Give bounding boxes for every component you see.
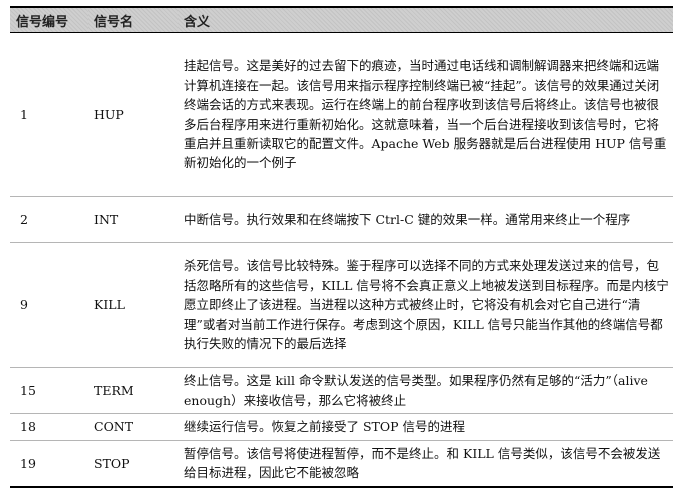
table-row: 2 INT 中断信号。执行效果和在终端按下 Ctrl-C 键的效果一样。通常用来… [10, 196, 673, 243]
cell-meaning: 挂起信号。这是美好的过去留下的痕迹，当时通过电话线和调制解调器来把终端和远端计算… [178, 32, 673, 197]
cell-meaning: 杀死信号。该信号比较特殊。鉴于程序可以选择不同的方式来处理发送过来的信号，包括忽… [178, 242, 673, 368]
table-row: 19 STOP 暂停信号。该信号将使进程暂停，而不是终止。和 KILL 信号类似… [10, 440, 673, 488]
table-row: 18 CONT 继续运行信号。恢复之前接受了 STOP 信号的进程 [10, 413, 673, 441]
table-body: 1 HUP 挂起信号。这是美好的过去留下的痕迹，当时通过电话线和调制解调器来把终… [10, 32, 673, 488]
cell-signal-name: STOP [88, 440, 178, 488]
cell-signal-name: CONT [88, 413, 178, 441]
cell-meaning: 中断信号。执行效果和在终端按下 Ctrl-C 键的效果一样。通常用来终止一个程序 [178, 196, 673, 243]
table-header: 信号编号 信号名 含义 [10, 6, 673, 33]
cell-signal-number: 18 [10, 413, 88, 441]
header-row: 信号编号 信号名 含义 [10, 6, 673, 33]
table-row: 9 KILL 杀死信号。该信号比较特殊。鉴于程序可以选择不同的方式来处理发送过来… [10, 242, 673, 368]
cell-signal-number: 19 [10, 440, 88, 488]
cell-signal-name: HUP [88, 32, 178, 197]
cell-signal-number: 2 [10, 196, 88, 243]
header-signal-number: 信号编号 [10, 6, 88, 33]
cell-meaning: 终止信号。这是 kill 命令默认发送的信号类型。如果程序仍然有足够的“活力”（… [178, 367, 673, 414]
cell-meaning: 继续运行信号。恢复之前接受了 STOP 信号的进程 [178, 413, 673, 441]
signal-table: 信号编号 信号名 含义 1 HUP 挂起信号。这是美好的过去留下的痕迹，当时通过… [10, 6, 673, 488]
cell-signal-name: TERM [88, 367, 178, 414]
header-signal-name: 信号名 [88, 6, 178, 33]
table-row: 1 HUP 挂起信号。这是美好的过去留下的痕迹，当时通过电话线和调制解调器来把终… [10, 32, 673, 197]
cell-signal-number: 15 [10, 367, 88, 414]
header-meaning: 含义 [178, 6, 673, 33]
cell-signal-number: 1 [10, 32, 88, 197]
cell-signal-name: INT [88, 196, 178, 243]
cell-meaning: 暂停信号。该信号将使进程暂停，而不是终止。和 KILL 信号类似，该信号不会被发… [178, 440, 673, 488]
table-row: 15 TERM 终止信号。这是 kill 命令默认发送的信号类型。如果程序仍然有… [10, 367, 673, 414]
signal-table-page: 信号编号 信号名 含义 1 HUP 挂起信号。这是美好的过去留下的痕迹，当时通过… [0, 0, 681, 488]
cell-signal-number: 9 [10, 242, 88, 368]
cell-signal-name: KILL [88, 242, 178, 368]
